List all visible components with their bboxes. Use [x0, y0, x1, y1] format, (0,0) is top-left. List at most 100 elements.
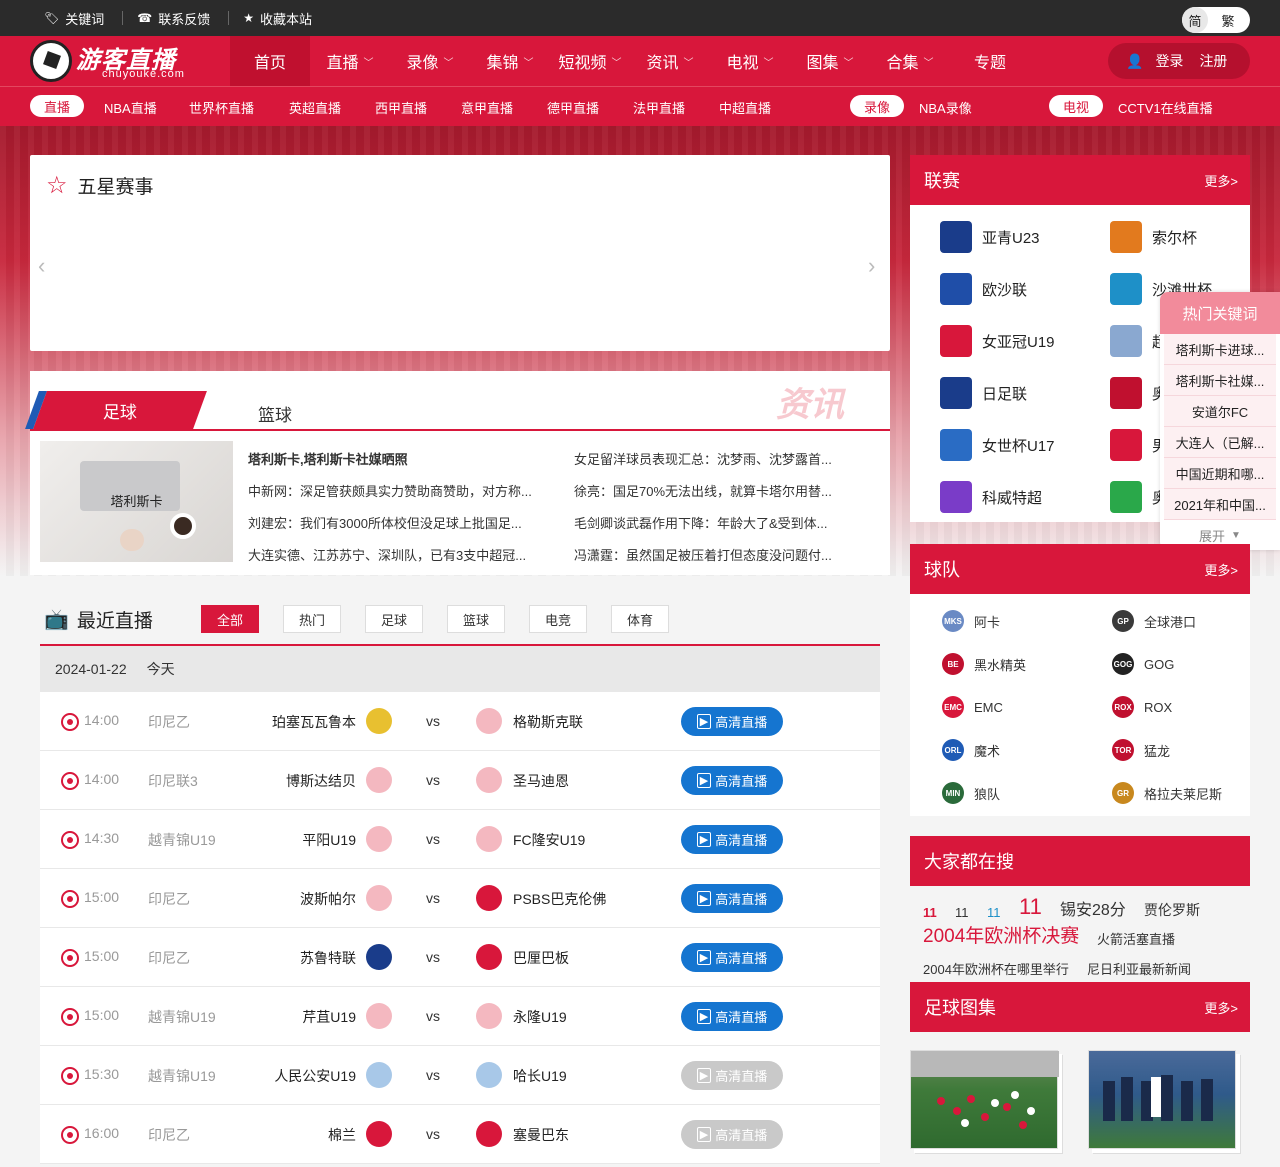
- tv-pill[interactable]: 电视: [1049, 95, 1103, 117]
- nav-item-0[interactable]: 首页: [230, 36, 310, 86]
- match-league[interactable]: 越青锦U19: [148, 1066, 216, 1086]
- carousel-next-icon[interactable]: ›: [868, 253, 875, 279]
- hot-keyword-item[interactable]: 中国近期和哪...: [1164, 458, 1276, 489]
- search-tag[interactable]: 2004年欧洲杯决赛: [923, 921, 1079, 948]
- lang-traditional[interactable]: 繁: [1208, 11, 1248, 30]
- search-tag[interactable]: 尼日利亚最新新闻: [1087, 959, 1191, 978]
- home-team[interactable]: 平阳U19: [302, 830, 356, 850]
- away-team[interactable]: PSBS巴克伦佛: [513, 889, 606, 909]
- filter-3[interactable]: 篮球: [447, 605, 505, 633]
- away-team[interactable]: 圣马迪恩: [513, 771, 569, 791]
- team-item[interactable]: GR 格拉夫莱尼斯: [1112, 782, 1222, 804]
- news-thumbnail[interactable]: 塔利斯卡: [40, 441, 233, 562]
- filter-4[interactable]: 电竞: [529, 605, 587, 633]
- team-item[interactable]: ROX ROX: [1112, 696, 1172, 718]
- top-link-0[interactable]: 🏷 关键词: [44, 9, 104, 28]
- tab-football[interactable]: 足球: [33, 391, 207, 429]
- league-item[interactable]: 女世杯U17: [940, 429, 1055, 461]
- news-headline[interactable]: 女足留洋球员表现汇总：沈梦雨、沈梦露首...: [574, 449, 864, 481]
- away-team[interactable]: FC隆安U19: [513, 830, 585, 850]
- news-headline[interactable]: 塔利斯卡,塔利斯卡社媒晒照: [248, 449, 558, 481]
- league-item[interactable]: 科威特超: [940, 481, 1042, 513]
- away-team[interactable]: 格勒斯克联: [513, 712, 583, 732]
- league-item[interactable]: 欧沙联: [940, 273, 1027, 305]
- live-pill[interactable]: 直播: [30, 95, 84, 117]
- tab-basketball[interactable]: 篮球: [258, 401, 292, 426]
- site-logo[interactable]: 游客直播 chuyouke.com: [28, 40, 218, 82]
- subnav-link-tv-0[interactable]: CCTV1在线直播: [1118, 98, 1213, 117]
- home-team[interactable]: 波斯帕尔: [300, 889, 356, 909]
- match-league[interactable]: 印尼乙: [148, 948, 190, 968]
- news-headline[interactable]: 毛剑卿谈武磊作用下降：年龄大了&受到体...: [574, 513, 864, 545]
- league-item[interactable]: 日足联: [940, 377, 1027, 409]
- match-league[interactable]: 越青锦U19: [148, 1007, 216, 1027]
- home-team[interactable]: 珀塞瓦瓦鲁本: [272, 712, 356, 732]
- subnav-link-live-0[interactable]: NBA直播: [104, 98, 157, 117]
- filter-0[interactable]: 全部: [201, 605, 259, 633]
- leagues-more-link[interactable]: 更多>: [1204, 171, 1238, 190]
- away-team[interactable]: 巴厘巴板: [513, 948, 569, 968]
- subnav-link-live-6[interactable]: 法甲直播: [633, 98, 685, 117]
- nav-item-9[interactable]: 专题: [950, 36, 1030, 86]
- team-item[interactable]: ORL 魔术: [942, 739, 1000, 761]
- away-team[interactable]: 塞曼巴东: [513, 1125, 569, 1145]
- search-tag[interactable]: 贾伦罗斯: [1144, 900, 1200, 920]
- search-tag[interactable]: 火箭活塞直播: [1097, 929, 1175, 948]
- filter-5[interactable]: 体育: [611, 605, 669, 633]
- news-headline[interactable]: 冯潇霆：虽然国足被压着打但态度没问题付...: [574, 545, 864, 577]
- league-item[interactable]: 女亚冠U19: [940, 325, 1055, 357]
- match-league[interactable]: 印尼乙: [148, 1125, 190, 1145]
- hd-live-button[interactable]: ▶ 高清直播: [681, 766, 783, 795]
- team-item[interactable]: EMC EMC: [942, 696, 1003, 718]
- news-headline[interactable]: 徐亮：国足70%无法出线，就算卡塔尔用替...: [574, 481, 864, 513]
- hot-keyword-item[interactable]: 塔利斯卡社媒...: [1164, 365, 1276, 396]
- team-item[interactable]: GOG GOG: [1112, 653, 1174, 675]
- nav-item-3[interactable]: 集锦 ﹀: [470, 36, 550, 86]
- home-team[interactable]: 棉兰: [328, 1125, 356, 1145]
- home-team[interactable]: 博斯达结贝: [286, 771, 356, 791]
- filter-2[interactable]: 足球: [365, 605, 423, 633]
- gallery-image-1[interactable]: [910, 1050, 1059, 1149]
- carousel-prev-icon[interactable]: ‹: [38, 253, 45, 279]
- gallery-more-link[interactable]: 更多>: [1204, 998, 1238, 1017]
- match-league[interactable]: 印尼乙: [148, 889, 190, 909]
- hot-keyword-item[interactable]: 2021年和中国...: [1164, 489, 1276, 520]
- nav-item-4[interactable]: 短视频 ﹀: [550, 36, 630, 86]
- nav-item-8[interactable]: 合集 ﹀: [870, 36, 950, 86]
- news-headline[interactable]: 中新网：深足管获颇具实力赞助商赞助，对方称...: [248, 481, 558, 513]
- hot-keyword-item[interactable]: 大连人（已解...: [1164, 427, 1276, 458]
- nav-item-6[interactable]: 电视 ﹀: [710, 36, 790, 86]
- team-item[interactable]: TOR 猛龙: [1112, 739, 1170, 761]
- subnav-link-replay-0[interactable]: NBA录像: [919, 98, 972, 117]
- news-headline[interactable]: 大连实德、江苏苏宁、深圳队，已有3支中超冠...: [248, 545, 558, 577]
- away-team[interactable]: 哈长U19: [513, 1066, 567, 1086]
- login-link[interactable]: 登录: [1155, 51, 1183, 71]
- hd-live-button[interactable]: ▶ 高清直播: [681, 707, 783, 736]
- top-link-2[interactable]: ★ 收藏本站: [243, 9, 312, 28]
- team-item[interactable]: GP 全球港口: [1112, 610, 1196, 632]
- league-item[interactable]: 亚青U23: [940, 221, 1040, 253]
- hd-live-button[interactable]: ▶ 高清直播: [681, 1061, 783, 1090]
- hd-live-button[interactable]: ▶ 高清直播: [681, 943, 783, 972]
- nav-item-1[interactable]: 直播 ﹀: [310, 36, 390, 86]
- home-team[interactable]: 芹苴U19: [302, 1007, 356, 1027]
- subnav-link-live-5[interactable]: 德甲直播: [547, 98, 599, 117]
- hd-live-button[interactable]: ▶ 高清直播: [681, 1002, 783, 1031]
- search-tag[interactable]: 锡安28分: [1060, 896, 1126, 920]
- team-item[interactable]: MKS 阿卡: [942, 610, 1000, 632]
- match-league[interactable]: 印尼乙: [148, 712, 190, 732]
- news-headline[interactable]: 刘建宏：我们有3000所体校但没足球上批国足...: [248, 513, 558, 545]
- subnav-link-live-4[interactable]: 意甲直播: [461, 98, 513, 117]
- filter-1[interactable]: 热门: [283, 605, 341, 633]
- search-tag[interactable]: 11: [955, 905, 969, 920]
- hd-live-button[interactable]: ▶ 高清直播: [681, 1120, 783, 1149]
- search-tag[interactable]: 11: [1019, 894, 1042, 920]
- search-tag[interactable]: 11: [923, 905, 937, 920]
- lang-simplified[interactable]: 简: [1182, 7, 1208, 33]
- hd-live-button[interactable]: ▶ 高清直播: [681, 884, 783, 913]
- register-link[interactable]: 注册: [1199, 51, 1227, 71]
- replay-pill[interactable]: 录像: [850, 95, 904, 117]
- nav-item-7[interactable]: 图集 ﹀: [790, 36, 870, 86]
- hot-keyword-item[interactable]: 安道尔FC: [1164, 396, 1276, 427]
- search-tag[interactable]: 2004年欧洲杯在哪里举行: [923, 959, 1069, 978]
